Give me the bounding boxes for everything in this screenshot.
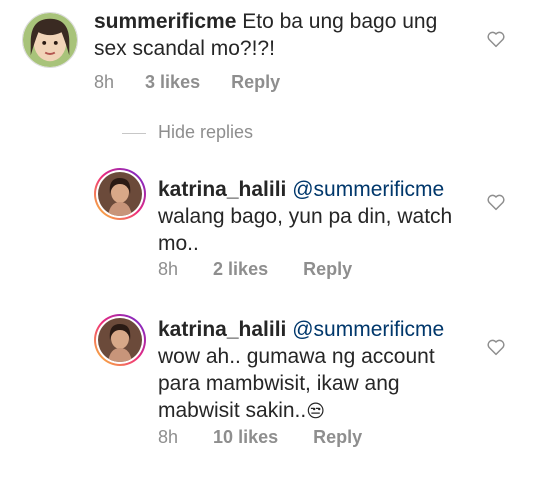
reply-meta: 8h 2 likes Reply: [158, 259, 352, 280]
avatar-image: [98, 318, 142, 362]
avatar-image: [98, 172, 142, 216]
reply-button[interactable]: Reply: [303, 259, 352, 280]
reply-mention[interactable]: @summerificme: [292, 178, 444, 201]
reply-likes[interactable]: 2 likes: [213, 259, 268, 280]
avatar-story-ring[interactable]: [94, 168, 146, 220]
comment-summerificme: summerificme Eto ba ung bago ung sex sca…: [0, 0, 540, 100]
reply-text: walang bago, yun pa din, watch mo..: [158, 205, 453, 255]
divider-line: [122, 133, 146, 134]
reply-body: katrina_halili @summerificme walang bago…: [158, 176, 478, 257]
hide-replies-label: Hide replies: [158, 122, 254, 142]
comment-likes[interactable]: 3 likes: [145, 72, 200, 93]
reply-body: katrina_halili @summerificme wow ah.. gu…: [158, 316, 478, 425]
avatar-image: [23, 13, 77, 67]
reply-mention[interactable]: @summerificme: [292, 318, 444, 341]
reply-time: 8h: [158, 259, 179, 279]
reply-button[interactable]: Reply: [231, 72, 280, 93]
heart-outline-icon[interactable]: [486, 338, 506, 356]
heart-outline-icon[interactable]: [486, 193, 506, 211]
reply-username[interactable]: katrina_halili: [158, 318, 286, 341]
heart-outline-icon[interactable]: [486, 30, 506, 48]
reply-button[interactable]: Reply: [313, 427, 362, 448]
reply-1: katrina_halili @summerificme walang bago…: [0, 160, 540, 280]
avatar[interactable]: [22, 12, 78, 68]
avatar-story-ring[interactable]: [94, 314, 146, 366]
reply-likes[interactable]: 10 likes: [213, 427, 278, 448]
hide-replies-toggle[interactable]: Hide replies: [122, 122, 322, 146]
reply-meta: 8h 10 likes Reply: [158, 427, 362, 448]
comment-time: 8h: [94, 72, 115, 92]
emoji-glyph: 😒: [306, 401, 325, 422]
reply-2: katrina_halili @summerificme wow ah.. gu…: [0, 306, 540, 466]
reply-time: 8h: [158, 427, 179, 447]
comment-body: summerificme Eto ba ung bago ung sex sca…: [94, 8, 474, 62]
comment-meta: 8h 3 likes Reply: [94, 72, 280, 93]
reply-text: wow ah.. gumawa ng account para mambwisi…: [158, 345, 435, 422]
comment-username[interactable]: summerificme: [94, 10, 236, 33]
reply-username[interactable]: katrina_halili: [158, 178, 286, 201]
